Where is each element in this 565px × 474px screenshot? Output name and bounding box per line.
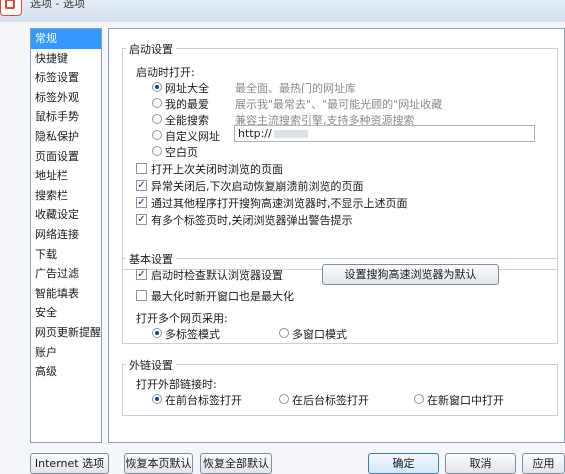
checkbox-label[interactable]: 最大化时新开窗口也是最大化 <box>151 288 294 304</box>
sidebar-item-advanced[interactable]: 高级 <box>31 362 101 382</box>
multi-page-label: 打开多个网页采用: <box>136 312 228 325</box>
custom-url-input[interactable]: http:// <box>234 125 535 142</box>
startup-option-desc: 展示我"最常去"、"最可能光顾的"网址收藏 <box>235 98 443 111</box>
sidebar-item-search-bar[interactable]: 搜索栏 <box>31 186 101 206</box>
sidebar-item-general[interactable]: 常规 <box>31 29 101 49</box>
radio-open-new-window[interactable] <box>414 394 424 404</box>
cancel-button[interactable]: 取消 <box>445 453 516 474</box>
sidebar-item-favorites[interactable]: 收藏设定 <box>31 205 101 225</box>
radio-label[interactable]: 在前台标签打开 <box>165 392 242 408</box>
startup-option-desc: 最全面、最热门的网址库 <box>235 82 356 95</box>
checkbox-check-default[interactable]: ✓ <box>136 269 147 280</box>
restore-page-default-button[interactable]: 恢复本页默认 <box>124 453 193 474</box>
sidebar-item-privacy[interactable]: 隐私保护 <box>31 127 101 147</box>
startup-radio-blank[interactable] <box>152 146 162 156</box>
radio-label[interactable]: 在后台标签打开 <box>292 392 369 408</box>
startup-option-label[interactable]: 空白页 <box>165 144 198 160</box>
radio-open-background-tab[interactable] <box>279 394 289 404</box>
settings-content: 启动设置 启动时打开: 网址大全 最全面、最热门的网址库 我的最爱 展示我"最常… <box>108 28 565 443</box>
sidebar-item-tab-appearance[interactable]: 标签外观 <box>31 88 101 108</box>
startup-option-label[interactable]: 网址大全 <box>165 80 209 96</box>
checkbox-restore-last-session[interactable] <box>136 163 147 174</box>
sidebar-item-autofill[interactable]: 智能填表 <box>31 284 101 304</box>
set-default-browser-button[interactable]: 设置搜狗高速浏览器为默认 <box>322 264 499 285</box>
startup-option-label[interactable]: 我的最爱 <box>165 96 209 112</box>
radio-label[interactable]: 在新窗口中打开 <box>427 392 504 408</box>
checkbox-crash-recovery[interactable]: ✓ <box>136 180 147 191</box>
sidebar-item-account[interactable]: 账户 <box>31 343 101 363</box>
startup-option-label[interactable]: 自定义网址 <box>165 128 220 144</box>
window-title: 选项 - 选项 <box>30 0 85 10</box>
basic-group-title: 基本设置 <box>126 251 176 267</box>
custom-url-value: http:// <box>238 127 272 140</box>
checkbox-maximize-new-window[interactable] <box>136 290 147 301</box>
radio-label[interactable]: 多标签模式 <box>165 326 220 342</box>
checkbox-label[interactable]: 打开上次关闭时浏览的页面 <box>151 161 283 177</box>
radio-label[interactable]: 多窗口模式 <box>292 326 347 342</box>
restore-all-default-button[interactable]: 恢复全部默认 <box>200 453 272 474</box>
startup-radio-favorites[interactable] <box>152 98 162 108</box>
sidebar-item-address-bar[interactable]: 地址栏 <box>31 166 101 186</box>
internet-options-button[interactable]: Internet 选项 <box>30 453 109 474</box>
startup-radio-custom-url[interactable] <box>152 130 162 140</box>
checkbox-label[interactable]: 有多个标签页时,关闭浏览器弹出警告提示 <box>151 212 353 228</box>
startup-group-title: 启动设置 <box>126 41 176 57</box>
radio-multi-tab[interactable] <box>152 328 162 338</box>
startup-radio-homepage[interactable] <box>152 82 162 92</box>
app-logo-icon <box>0 0 22 16</box>
startup-open-label: 启动时打开: <box>136 66 195 79</box>
sidebar-item-ad-filter[interactable]: 广告过滤 <box>31 264 101 284</box>
sidebar-item-page-settings[interactable]: 页面设置 <box>31 147 101 167</box>
radio-multi-window[interactable] <box>279 328 289 338</box>
sidebar-item-mouse-gestures[interactable]: 鼠标手势 <box>31 107 101 127</box>
sidebar-item-download[interactable]: 下载 <box>31 245 101 265</box>
title-bar: 选项 - 选项 <box>0 0 565 22</box>
radio-open-foreground-tab[interactable] <box>152 394 162 404</box>
settings-sidebar: 常规 快捷键 标签设置 标签外观 鼠标手势 隐私保护 页面设置 地址栏 搜索栏 … <box>30 28 102 443</box>
links-group-title: 外链设置 <box>126 357 176 373</box>
checkbox-label[interactable]: 启动时检查默认浏览器设置 <box>151 267 283 283</box>
apply-button[interactable]: 应用 <box>522 453 565 474</box>
sidebar-item-security[interactable]: 安全 <box>31 303 101 323</box>
sidebar-item-tab-settings[interactable]: 标签设置 <box>31 68 101 88</box>
sidebar-item-network[interactable]: 网络连接 <box>31 225 101 245</box>
startup-radio-search[interactable] <box>152 114 162 124</box>
checkbox-external-open[interactable]: ✓ <box>136 197 147 208</box>
redacted-url <box>273 130 308 138</box>
startup-option-label[interactable]: 全能搜索 <box>165 112 209 128</box>
checkbox-close-warning[interactable]: ✓ <box>136 214 147 225</box>
sidebar-item-shortcuts[interactable]: 快捷键 <box>31 49 101 69</box>
checkbox-label[interactable]: 通过其他程序打开搜狗高速浏览器时,不显示上述页面 <box>151 195 408 211</box>
ok-button[interactable]: 确定 <box>368 453 439 474</box>
links-open-label: 打开外部链接时: <box>136 378 217 391</box>
checkbox-label[interactable]: 异常关闭后,下次启动恢复崩溃前浏览的页面 <box>151 178 364 194</box>
sidebar-item-page-update[interactable]: 网页更新提醒 <box>31 323 101 343</box>
